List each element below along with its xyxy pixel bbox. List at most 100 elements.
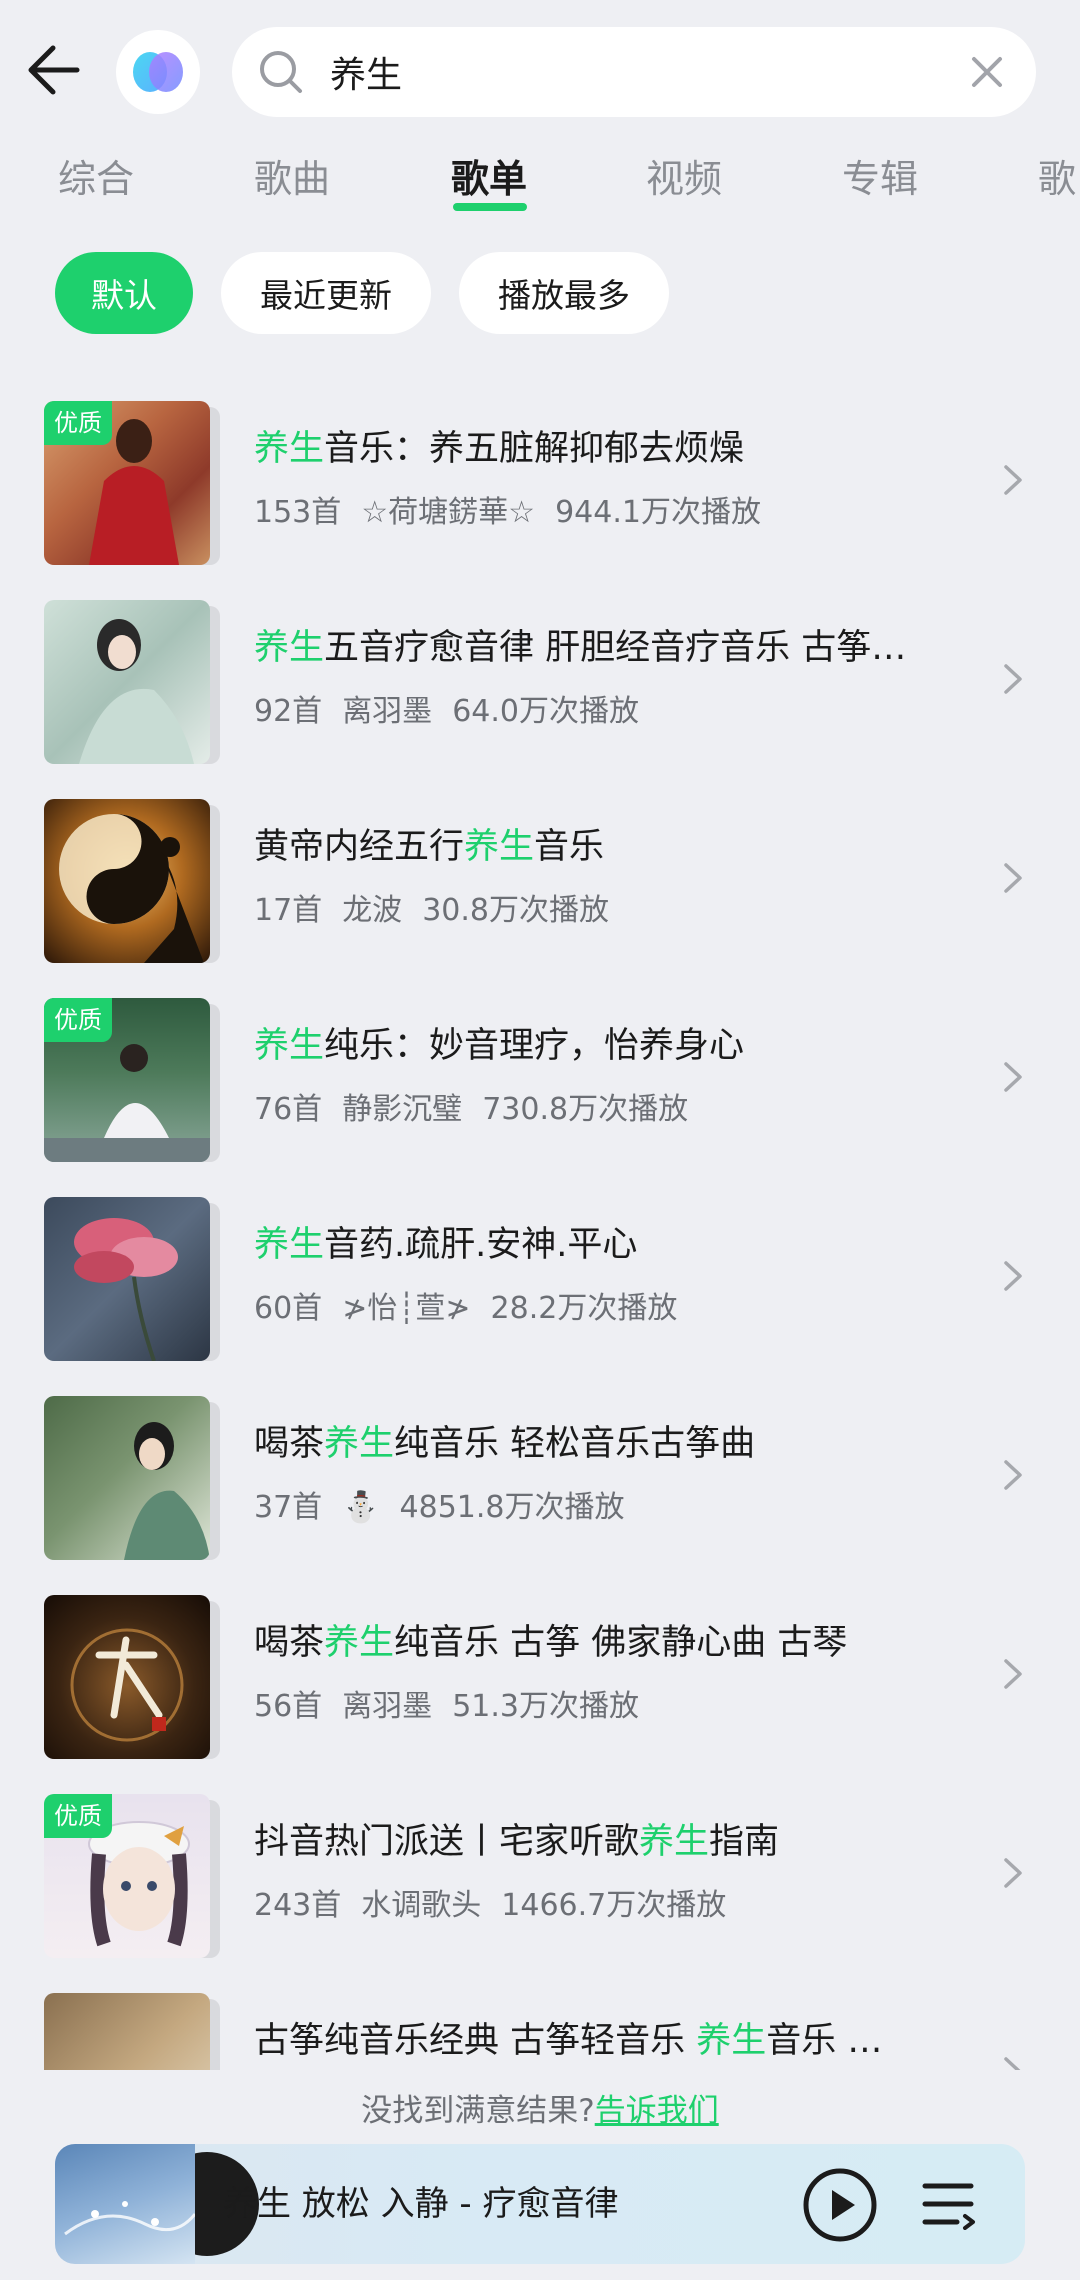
creator-avatar-icon: ⛄ bbox=[342, 1490, 380, 1525]
list-item[interactable]: 喝茶养生纯音乐 轻松音乐古筝曲 37首 ⛄ 4851.8万次播放 bbox=[0, 1390, 1080, 1560]
chevron-right-icon bbox=[1004, 664, 1022, 694]
feedback-prompt: 没找到满意结果?告诉我们 bbox=[0, 2085, 1080, 2135]
search-icon bbox=[260, 51, 302, 93]
active-tab-indicator bbox=[453, 203, 527, 211]
play-count: 944.1万次播放 bbox=[555, 495, 761, 530]
playlist-title: 养生音乐：养五脏解抑郁去烦燥 bbox=[254, 429, 745, 469]
now-playing-cover[interactable] bbox=[55, 2144, 195, 2264]
playlist-meta: 56首 离羽墨 51.3万次播放 bbox=[254, 1684, 974, 1730]
filter-default[interactable]: 默认 bbox=[55, 252, 193, 334]
playlist-meta: 243首 水调歌头 1466.7万次播放 bbox=[254, 1883, 974, 1929]
cover-illustration bbox=[74, 1218, 178, 1361]
back-button[interactable] bbox=[18, 30, 92, 110]
playlist-title: 黄帝内经五行养生音乐 bbox=[254, 827, 605, 867]
cover-image bbox=[44, 1595, 210, 1759]
track-count: 56首 bbox=[254, 1689, 323, 1724]
clear-search-button[interactable] bbox=[962, 47, 1012, 97]
play-count: 730.8万次播放 bbox=[482, 1092, 689, 1127]
creator-name: 水调歌头 bbox=[361, 1888, 482, 1923]
playlist-title: 抖音热门派送丨宅家听歌养生指南 bbox=[254, 1822, 780, 1862]
play-icon[interactable] bbox=[801, 2166, 879, 2244]
playlist-cover: 优质 bbox=[44, 998, 220, 1162]
track-count: 37首 bbox=[254, 1490, 323, 1525]
creator-name: 离羽墨 bbox=[342, 1689, 433, 1724]
playlist-cover: 优质 bbox=[44, 1794, 220, 1958]
cover-illustration bbox=[59, 814, 204, 963]
category-tabs: 综合 歌曲 歌单 视频 专辑 歌 bbox=[0, 140, 1080, 220]
track-count: 60首 bbox=[254, 1291, 323, 1326]
cover-illustration bbox=[124, 1422, 210, 1560]
search-input[interactable] bbox=[330, 37, 890, 107]
back-arrow-icon bbox=[28, 45, 80, 95]
playlist-cover: 优质 bbox=[44, 401, 220, 565]
mini-player[interactable]: 养生 放松 入静 - 疗愈音律 bbox=[55, 2144, 1025, 2264]
creator-name: 离羽墨 bbox=[342, 694, 433, 729]
track-count: 76首 bbox=[254, 1092, 323, 1127]
cover-illustration bbox=[79, 619, 194, 764]
playlist-title: 养生音药.疏肝.安神.平心 bbox=[254, 1225, 638, 1265]
list-item[interactable]: 黄帝内经五行养生音乐 17首 龙波 30.8万次播放 bbox=[0, 793, 1080, 963]
chevron-right-icon bbox=[1004, 1062, 1022, 1092]
quality-badge: 优质 bbox=[44, 401, 112, 445]
cover-image bbox=[44, 600, 210, 764]
chevron-right-icon bbox=[1004, 863, 1022, 893]
feedback-link[interactable]: 告诉我们 bbox=[595, 2093, 719, 2129]
chevron-right-icon bbox=[1004, 1858, 1022, 1888]
list-item[interactable]: 优质 养生纯乐：妙音理疗，怡养身心 76首 静影沉璧 730.8万次播放 bbox=[0, 992, 1080, 1162]
sort-filters: 默认 最近更新 播放最多 bbox=[0, 252, 1080, 336]
play-count: 51.3万次播放 bbox=[452, 1689, 639, 1724]
list-item[interactable]: 养生音药.疏肝.安神.平心 60首 ≯怡┊萱≯ 28.2万次播放 bbox=[0, 1191, 1080, 1361]
cover-image bbox=[44, 799, 210, 963]
quality-badge: 优质 bbox=[44, 998, 112, 1042]
list-item[interactable]: 喝茶养生纯音乐 古筝 佛家静心曲 古琴 56首 离羽墨 51.3万次播放 bbox=[0, 1589, 1080, 1759]
list-item[interactable]: 优质 抖音热门派送丨宅家听歌养生指南 243首 水调歌头 1466.7万次播放 bbox=[0, 1788, 1080, 1958]
play-count: 4851.8万次播放 bbox=[399, 1490, 625, 1525]
cover-image bbox=[44, 1396, 210, 1560]
track-count: 17首 bbox=[254, 893, 323, 928]
feedback-text: 没找到满意结果? bbox=[361, 2093, 595, 2129]
track-count: 153首 bbox=[254, 495, 342, 530]
playlist-meta: 17首 龙波 30.8万次播放 bbox=[254, 888, 974, 934]
chevron-right-icon bbox=[1004, 465, 1022, 495]
now-playing-title: 养生 放松 入静 - 疗愈音律 bbox=[223, 2184, 619, 2224]
play-count: 1466.7万次播放 bbox=[501, 1888, 727, 1923]
filter-most-played[interactable]: 播放最多 bbox=[459, 252, 669, 334]
cover-image bbox=[44, 1197, 210, 1361]
search-box[interactable] bbox=[232, 27, 1036, 117]
playlist-cover bbox=[44, 1197, 220, 1361]
tab-playlists[interactable]: 歌单 bbox=[451, 148, 527, 228]
chevron-right-icon bbox=[1004, 1659, 1022, 1689]
playlist-cover bbox=[44, 600, 220, 764]
playlist-cover bbox=[44, 1595, 220, 1759]
tab-songs[interactable]: 歌曲 bbox=[254, 148, 330, 228]
app-logo-button[interactable] bbox=[116, 30, 200, 114]
play-count: 28.2万次播放 bbox=[490, 1291, 678, 1326]
tab-comprehensive[interactable]: 综合 bbox=[58, 148, 134, 228]
playlist-cover bbox=[44, 1396, 220, 1560]
playlist-title: 养生纯乐：妙音理疗，怡养身心 bbox=[254, 1026, 745, 1066]
playlist-cover bbox=[44, 799, 220, 963]
playlist-meta: 153首 ☆荷塘錺華☆ 944.1万次播放 bbox=[254, 490, 974, 536]
playlist-icon[interactable] bbox=[921, 2178, 977, 2230]
cover-illustration bbox=[70, 1628, 184, 1742]
quality-badge: 优质 bbox=[44, 1794, 112, 1838]
creator-name: 静影沉璧 bbox=[342, 1092, 463, 1127]
tab-more[interactable]: 歌 bbox=[1038, 148, 1076, 228]
app-logo-icon bbox=[133, 52, 183, 92]
chevron-right-icon bbox=[1004, 1261, 1022, 1291]
playlist-title: 喝茶养生纯音乐 轻松音乐古筝曲 bbox=[254, 1424, 756, 1464]
playlist-title: 古筝纯音乐经典 古筝轻音乐 养生音乐 … bbox=[254, 2021, 883, 2061]
chevron-right-icon bbox=[1004, 2057, 1021, 2070]
list-item[interactable]: 养生五音疗愈音律 肝胆经音疗音乐 古筝… 92首 离羽墨 64.0万次播放 bbox=[0, 594, 1080, 764]
playlist-meta: 76首 静影沉璧 730.8万次播放 bbox=[254, 1087, 974, 1133]
filter-recently-updated[interactable]: 最近更新 bbox=[221, 252, 431, 334]
chevron-right-icon bbox=[1004, 1460, 1022, 1490]
creator-name: 龙波 bbox=[342, 893, 403, 928]
playlist-meta: 92首 离羽墨 64.0万次播放 bbox=[254, 689, 974, 735]
list-item[interactable]: 优质 养生音乐：养五脏解抑郁去烦燥 153首 ☆荷塘錺華☆ 944.1万次播放 bbox=[0, 395, 1080, 565]
creator-name: ☆荷塘錺華☆ bbox=[361, 495, 536, 530]
tab-videos[interactable]: 视频 bbox=[646, 148, 722, 228]
list-item[interactable]: 古筝纯音乐经典 古筝轻音乐 养生音乐 … bbox=[0, 1987, 1080, 2070]
playlist-results: 优质 养生音乐：养五脏解抑郁去烦燥 153首 ☆荷塘錺華☆ 944.1万次播放 养生… bbox=[0, 395, 1080, 2070]
tab-albums[interactable]: 专辑 bbox=[842, 148, 918, 228]
